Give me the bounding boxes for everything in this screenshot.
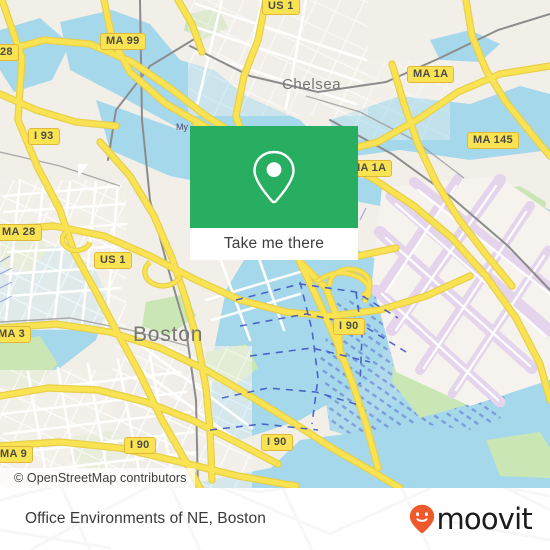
map-canvas[interactable]: Chelsea Boston My US 1 MA 99 MA 1A 28 I … (0, 0, 550, 488)
popup-tail-pointer (78, 164, 88, 178)
footer-bar: Office Environments of NE, Boston moovit (0, 488, 550, 550)
highway-shield-ma-1a[interactable]: MA 1A (407, 66, 455, 83)
highway-shield-ma-99[interactable]: MA 99 (100, 33, 146, 50)
take-me-there-button[interactable]: Take me there (224, 235, 324, 253)
location-popup-card[interactable]: Take me there (190, 126, 358, 260)
attribution-text: © OpenStreetMap contributors (14, 471, 187, 485)
highway-shield-28[interactable]: 28 (0, 44, 19, 61)
highway-shield-i-90-2[interactable]: I 90 (124, 437, 156, 454)
moovit-wordmark: moovit (436, 501, 532, 536)
highway-shield-i-90-3[interactable]: I 90 (261, 434, 293, 451)
popup-action-area[interactable]: Take me there (190, 228, 358, 260)
highway-shield-ma-3[interactable]: MA 3 (0, 326, 32, 343)
highway-shield-us-1-2[interactable]: US 1 (94, 252, 132, 269)
highway-shield-us-1[interactable]: US 1 (262, 0, 300, 15)
highway-shield-i-90[interactable]: I 90 (333, 318, 365, 335)
map-attribution[interactable]: © OpenStreetMap contributors (0, 468, 195, 488)
highway-shield-ma-145[interactable]: MA 145 (467, 132, 519, 149)
moovit-smiley-pin-icon (410, 504, 435, 534)
place-title: Office Environments of NE, Boston (25, 510, 266, 527)
moovit-logo[interactable]: moovit (409, 501, 533, 536)
highway-shield-ma-9[interactable]: MA 9 (0, 446, 34, 463)
location-pin-icon (253, 150, 295, 204)
highway-shield-ma-28[interactable]: MA 28 (0, 224, 42, 241)
popup-icon-area (190, 126, 358, 228)
highway-shield-i-93[interactable]: I 93 (28, 128, 60, 145)
map-page: Chelsea Boston My US 1 MA 99 MA 1A 28 I … (0, 0, 550, 550)
